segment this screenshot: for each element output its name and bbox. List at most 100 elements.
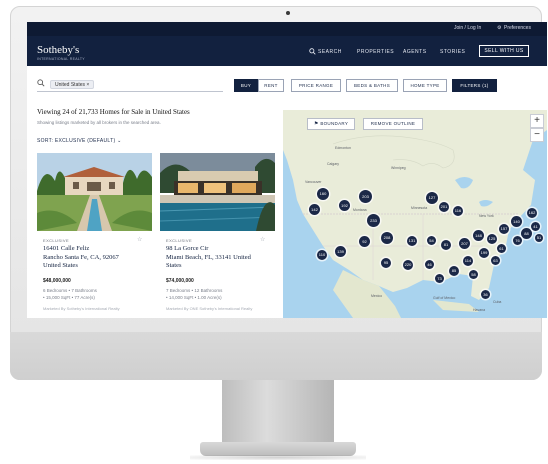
price-range-filter[interactable]: PRICE RANGE — [291, 79, 341, 92]
listing-photo[interactable] — [160, 153, 275, 231]
map-cluster-marker[interactable]: 192 — [339, 200, 350, 211]
map-cluster-marker[interactable]: 63 — [491, 256, 500, 265]
map-cluster-marker[interactable]: 127 — [426, 192, 438, 204]
listing-card[interactable]: EXCLUSIVE ☆ 98 La Gorce Cir Miami Beach,… — [160, 153, 275, 313]
map-cluster-marker[interactable]: 51 — [535, 234, 543, 242]
utility-bar: Join / Log In ⚙ Preferences — [27, 22, 547, 36]
listing-broker: Marketed By Sotheby's International Real… — [43, 306, 120, 311]
preferences-link[interactable]: Preferences — [504, 25, 531, 31]
listing-address[interactable]: 16401 Calle Feliz Rancho Santa Fe, CA, 9… — [43, 245, 147, 271]
map-cluster-marker[interactable]: 199 — [479, 248, 489, 258]
beds-baths-filter[interactable]: BEDS & BATHS — [346, 79, 398, 92]
address-line: States — [166, 262, 182, 269]
results-map[interactable]: Edmonton Calgary Winnipeg Vancouver Mont… — [283, 110, 547, 318]
nav-search[interactable]: SEARCH — [318, 49, 342, 55]
map-cluster-marker[interactable]: 233 — [367, 214, 380, 227]
home-type-filter[interactable]: HOME TYPE — [403, 79, 447, 92]
sell-with-us-button[interactable]: SELL WITH US — [479, 45, 529, 57]
address-line: Rancho Santa Fe, CA, 92067 — [43, 253, 119, 261]
map-cluster-marker[interactable]: 81 — [441, 240, 451, 250]
search-icon — [37, 79, 45, 87]
map-cluster-marker[interactable]: 76 — [513, 236, 522, 245]
city-label: Cuba — [493, 300, 502, 304]
city-label: Vancouver — [305, 180, 322, 184]
listing-broker: Marketed By ONE Sotheby's International … — [166, 306, 253, 311]
location-chip[interactable]: United States × — [50, 80, 95, 89]
map-cluster-marker[interactable]: 36 — [481, 290, 490, 299]
boundary-label: BOUNDARY — [320, 121, 349, 126]
map-cluster-marker[interactable]: 46 — [425, 260, 434, 269]
nav-properties[interactable]: PROPERTIES — [357, 49, 394, 55]
camera-icon — [286, 11, 290, 15]
city-label: Mexico — [371, 294, 383, 298]
gear-icon[interactable]: ⚙ — [497, 25, 501, 31]
map-cluster-marker[interactable]: 73 — [435, 274, 444, 283]
location-search-input[interactable]: United States × — [37, 79, 223, 92]
address-line: 16401 Calle Feliz — [43, 245, 90, 252]
favorite-icon[interactable]: ☆ — [137, 236, 142, 243]
map-cluster-marker[interactable]: 61 — [497, 244, 506, 253]
rent-toggle[interactable]: RENT — [258, 79, 284, 92]
map-cluster-marker[interactable]: 162 — [527, 208, 537, 218]
map-cluster-marker[interactable]: 220 — [403, 260, 413, 270]
map-cluster-marker[interactable]: 142 — [309, 204, 320, 215]
listing-price: $48,000,000 — [43, 278, 71, 284]
spec-line: • 15,000 SqFt • 77 Acre(s) — [43, 295, 95, 300]
buy-toggle[interactable]: BUY — [234, 79, 258, 92]
search-icon[interactable] — [309, 48, 316, 55]
address-line: United States — [43, 262, 78, 269]
zoom-out-button[interactable]: − — [530, 128, 544, 142]
zoom-in-button[interactable]: + — [530, 114, 544, 128]
monitor-stand — [222, 380, 334, 444]
city-label: Minnesota — [411, 206, 428, 210]
sort-dropdown[interactable]: SORT: EXCLUSIVE (DEFAULT) ⌄ — [37, 138, 122, 144]
listing-card[interactable]: EXCLUSIVE ☆ 16401 Calle Feliz Rancho San… — [37, 153, 152, 313]
map-cluster-marker[interactable]: 160 — [317, 188, 329, 200]
map-cluster-marker[interactable]: 208 — [381, 232, 393, 244]
map-cluster-marker[interactable]: 207 — [459, 238, 470, 249]
login-link[interactable]: Join / Log In — [454, 25, 481, 31]
listing-address[interactable]: 98 La Gorce Cir Miami Beach, FL, 33141 U… — [166, 245, 270, 271]
city-label: Montana — [353, 208, 367, 212]
map-cluster-marker[interactable]: 203 — [359, 190, 372, 203]
map-cluster-marker[interactable]: 110 — [317, 250, 327, 260]
city-label: Winnipeg — [391, 166, 406, 170]
monitor-chin — [10, 332, 542, 380]
results-subheading: Showing listings marketed by all brokers… — [37, 120, 161, 125]
map-canvas[interactable] — [283, 110, 547, 318]
brand-logo[interactable]: Sotheby's — [37, 44, 79, 56]
more-filters-button[interactable]: FILTERS (1) — [452, 79, 497, 92]
spec-line: 7 Bedrooms • 12 Bathrooms — [166, 288, 223, 293]
city-label: Havana — [473, 308, 486, 312]
boundary-button[interactable]: ⚑ BOUNDARY — [307, 118, 355, 130]
map-cluster-marker[interactable]: 140 — [511, 216, 522, 227]
map-cluster-marker[interactable]: 88 — [521, 228, 532, 239]
map-cluster-marker[interactable]: 114 — [463, 256, 473, 266]
listing-price: $74,000,000 — [166, 278, 194, 284]
map-cluster-marker[interactable]: 92 — [359, 236, 370, 247]
favorite-icon[interactable]: ☆ — [260, 236, 265, 243]
map-cluster-marker[interactable]: 54 — [427, 236, 436, 245]
listing-photo[interactable] — [37, 153, 152, 231]
map-cluster-marker[interactable]: 125 — [487, 234, 497, 244]
map-cluster-marker[interactable]: 201 — [439, 202, 449, 212]
map-cluster-marker[interactable]: 85 — [449, 266, 459, 276]
map-cluster-marker[interactable]: 58 — [469, 270, 478, 279]
nav-agents[interactable]: AGENTS — [403, 49, 427, 55]
city-label: Gulf of Mexico — [433, 296, 456, 300]
map-cluster-marker[interactable]: 41 — [531, 222, 540, 231]
map-cluster-marker[interactable]: 95 — [381, 258, 391, 268]
map-cluster-marker[interactable]: 139 — [335, 246, 346, 257]
map-cluster-marker[interactable]: 116 — [453, 206, 463, 216]
listing-tag: EXCLUSIVE — [166, 238, 193, 243]
remove-outline-button[interactable]: REMOVE OUTLINE — [363, 118, 423, 130]
spec-line: • 14,000 SqFt • 1.00 Acre(s) — [166, 295, 222, 300]
map-cluster-marker[interactable]: 157 — [499, 224, 509, 234]
map-cluster-marker[interactable]: 148 — [473, 230, 484, 241]
listing-specs: 6 Bedrooms • 7 Bathrooms • 15,000 SqFt •… — [43, 287, 147, 301]
city-label: New York — [479, 214, 494, 218]
nav-stories[interactable]: STORIES — [440, 49, 465, 55]
screen: Join / Log In ⚙ Preferences Sotheby's IN… — [27, 22, 547, 318]
map-cluster-marker[interactable]: 131 — [407, 236, 417, 246]
address-line: Miami Beach, FL, 33141 United — [166, 253, 251, 261]
